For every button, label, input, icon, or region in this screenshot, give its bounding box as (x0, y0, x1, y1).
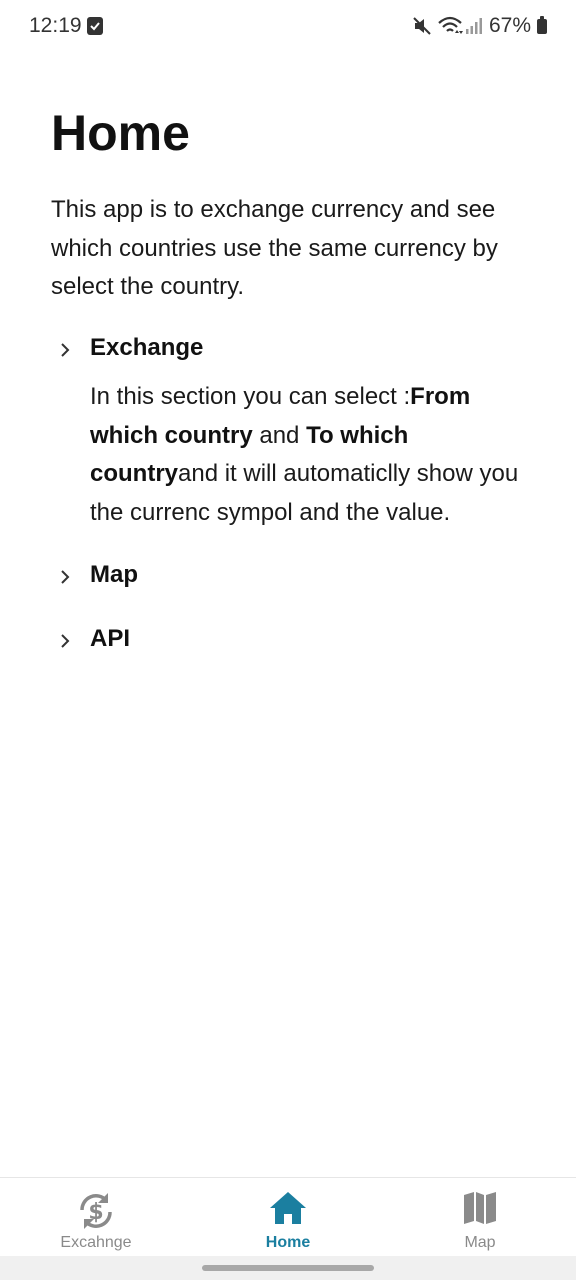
nav-item-home[interactable]: Home (192, 1178, 384, 1257)
checkbox-notification-icon (87, 17, 103, 35)
signal-icon (466, 18, 482, 34)
exchange-body-text-2: and (252, 421, 307, 449)
chevron-right-icon (61, 343, 70, 357)
section-exchange: Exchange In this section you can select … (50, 330, 540, 526)
status-bar: 12:19 67% (0, 0, 576, 54)
svg-text:$: $ (88, 1200, 103, 1225)
section-exchange-body: In this section you can select :From whi… (90, 378, 530, 532)
chevron-right-icon (61, 634, 70, 648)
mute-icon (413, 17, 431, 35)
section-api-header[interactable]: API (50, 621, 540, 661)
gesture-handle[interactable] (202, 1265, 374, 1271)
nav-label-map: Map (464, 1234, 496, 1251)
chevron-right-icon (61, 570, 70, 584)
nav-label-home: Home (265, 1234, 311, 1251)
bottom-navigation: $ Excahnge Home Map (0, 1177, 576, 1257)
wifi-icon (438, 16, 463, 34)
exchange-body-text-1: In this section you can select : (90, 383, 411, 410)
system-navigation-bar (0, 1256, 576, 1280)
section-exchange-title: Exchange (90, 334, 204, 361)
section-api: API (50, 621, 540, 661)
currency-exchange-icon: $ (80, 1193, 112, 1229)
battery-icon (537, 16, 547, 34)
nav-item-map[interactable]: Map (384, 1178, 576, 1257)
nav-label-exchange: Excahnge (60, 1234, 132, 1251)
page-title: Home (51, 105, 190, 161)
section-map-header[interactable]: Map (50, 557, 540, 597)
section-api-title: API (90, 625, 131, 652)
section-map: Map (50, 557, 540, 597)
section-map-title: Map (90, 561, 138, 588)
status-time: 12:19 (29, 14, 82, 37)
nav-item-exchange[interactable]: $ Excahnge (0, 1178, 192, 1257)
battery-percentage: 67% (489, 14, 532, 37)
map-icon (464, 1192, 496, 1224)
section-exchange-header[interactable]: Exchange (50, 330, 540, 370)
intro-text: This app is to exchange currency and see… (51, 196, 498, 300)
home-icon (270, 1192, 306, 1224)
